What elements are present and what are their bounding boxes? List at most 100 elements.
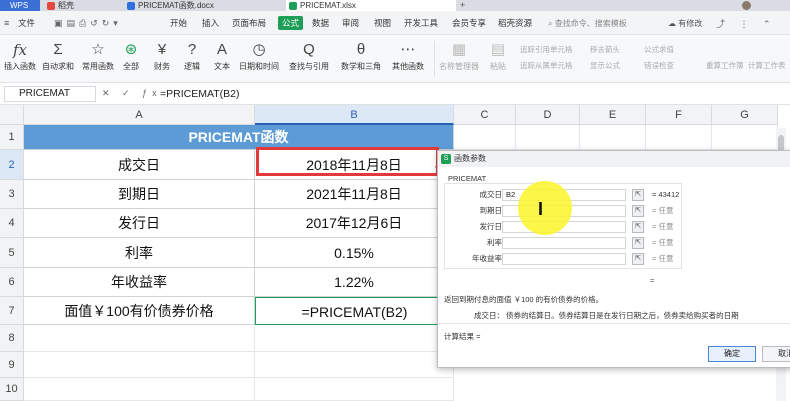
row-header-8[interactable]: 8 xyxy=(0,325,24,352)
cell-a10[interactable] xyxy=(24,378,255,401)
row-header-5[interactable]: 5 xyxy=(0,238,24,268)
cell-a7[interactable]: 面值￥100有价债券价格 xyxy=(24,297,255,325)
column-header-e[interactable]: E xyxy=(580,105,646,125)
clock-icon: ◷ xyxy=(252,41,266,58)
cursor-highlight xyxy=(518,181,572,235)
avatar[interactable] xyxy=(742,1,751,10)
error-checking[interactable]: 错误检查 xyxy=(644,60,674,71)
menu-formulas[interactable]: 公式 xyxy=(278,16,304,30)
cell-b9[interactable] xyxy=(255,352,454,378)
ok-button[interactable]: 确定 xyxy=(708,346,756,362)
logical-button[interactable]: ? 逻辑 xyxy=(176,39,208,79)
insert-function-button[interactable]: fx 插入函数 xyxy=(0,39,40,79)
cell-b5[interactable]: 0.15% xyxy=(255,238,454,268)
all-functions-button[interactable]: ⊛ 全部 xyxy=(114,39,148,79)
cell-a3[interactable]: 到期日 xyxy=(24,180,255,209)
row-header-4[interactable]: 4 xyxy=(0,209,24,238)
cell-e1[interactable] xyxy=(580,125,646,150)
tab-daoke[interactable]: 稻壳 xyxy=(44,0,114,11)
row-header-6[interactable]: 6 xyxy=(0,268,24,297)
menu-view[interactable]: 视图 xyxy=(370,16,395,30)
quick-access-icons[interactable]: ▣▤⎙↺↻▾ xyxy=(54,18,122,29)
column-header-b[interactable]: B xyxy=(255,105,454,125)
math-trig-button[interactable]: θ 数学和三角 xyxy=(336,39,386,79)
menu-file[interactable]: 文件 xyxy=(14,16,39,30)
text-button[interactable]: A 文本 xyxy=(206,39,238,79)
hamburger-icon[interactable]: ≡ xyxy=(4,18,9,28)
autosum-button[interactable]: Σ 自动求和 xyxy=(38,39,78,79)
tab-xlsx[interactable]: PRICEMAT.xlsx xyxy=(286,0,456,11)
cell-c1[interactable] xyxy=(454,125,516,150)
trace-precedents[interactable]: 追踪引用单元格 xyxy=(520,44,573,55)
row-header-7[interactable]: 7 xyxy=(0,297,24,325)
collapse-dialog-icon[interactable]: ⇱ xyxy=(632,237,644,249)
rate-input[interactable] xyxy=(502,237,626,249)
cell-b8[interactable] xyxy=(255,325,454,352)
cloud-icon: ☁ xyxy=(668,19,679,28)
cell-g1[interactable] xyxy=(712,125,778,150)
calc-sheet[interactable]: 计算工作表 xyxy=(748,60,786,71)
row-header-1[interactable]: 1 xyxy=(0,125,24,150)
menu-daoke-resources[interactable]: 稻壳资源 xyxy=(494,16,536,30)
collapse-dialog-icon[interactable]: ⇱ xyxy=(632,205,644,217)
menu-data[interactable]: 数据 xyxy=(308,16,333,30)
remove-arrows[interactable]: 移去箭头 xyxy=(590,44,620,55)
search-box[interactable]: ⌕ 查找命令、搜索模板 xyxy=(548,18,627,29)
new-tab-icon[interactable]: + xyxy=(460,0,465,11)
menu-home[interactable]: 开始 xyxy=(166,16,191,30)
trace-dependents[interactable]: 追踪从属单元格 xyxy=(520,60,573,71)
wps-app-tab[interactable]: WPS xyxy=(0,0,40,11)
window-controls[interactable]: ⤴ ⋮ ⌃ xyxy=(716,17,777,30)
column-header-g[interactable]: G xyxy=(712,105,778,125)
collapse-dialog-icon[interactable]: ⇱ xyxy=(632,189,644,201)
menu-insert[interactable]: 插入 xyxy=(198,16,223,30)
menu-member[interactable]: 会员专享 xyxy=(448,16,490,30)
cell-b7-active[interactable]: =PRICEMAT(B2) xyxy=(255,297,454,325)
row-header-2[interactable]: 2 xyxy=(0,150,24,180)
recalc-workbook[interactable]: 重算工作簿 xyxy=(706,60,744,71)
tab-label: PRICEMAT函数.docx xyxy=(138,1,214,10)
arg-result: = 任意 xyxy=(652,254,674,263)
name-box[interactable]: PRICEMAT xyxy=(4,86,96,102)
edit-status[interactable]: ☁ 有修改 xyxy=(668,18,702,29)
cell-a6[interactable]: 年收益率 xyxy=(24,268,255,297)
select-all-corner[interactable] xyxy=(0,105,24,125)
cell-a8[interactable] xyxy=(24,325,255,352)
formula-input[interactable]: =PRICEMAT(B2) xyxy=(160,86,239,102)
yld-input[interactable] xyxy=(502,253,626,265)
cell-a5[interactable]: 利率 xyxy=(24,238,255,268)
menu-developer[interactable]: 开发工具 xyxy=(400,16,442,30)
row-header-3[interactable]: 3 xyxy=(0,180,24,209)
tab-docx[interactable]: PRICEMAT函数.docx xyxy=(124,0,284,11)
row-header-9[interactable]: 9 xyxy=(0,352,24,378)
title-bar: WPS 稻壳 PRICEMAT函数.docx PRICEMAT.xlsx + xyxy=(0,0,790,11)
row-header-10[interactable]: 10 xyxy=(0,378,24,401)
cell-a9[interactable] xyxy=(24,352,255,378)
show-formulas[interactable]: 显示公式 xyxy=(590,60,620,71)
menu-page-layout[interactable]: 页面布局 xyxy=(228,16,270,30)
column-header-c[interactable]: C xyxy=(454,105,516,125)
cell-a4[interactable]: 发行日 xyxy=(24,209,255,238)
cell-b6[interactable]: 1.22% xyxy=(255,268,454,297)
formula-bar-icons[interactable]: ✕ ✓ ƒx xyxy=(102,88,162,99)
other-functions-button[interactable]: ⋯ 其他函数 xyxy=(386,39,430,79)
name-manager-button[interactable]: ▦ 名称管理器 xyxy=(436,39,482,79)
common-functions-button[interactable]: ☆ 常用函数 xyxy=(78,39,118,79)
cell-f1[interactable] xyxy=(646,125,712,150)
cell-b10[interactable] xyxy=(255,378,454,401)
collapse-dialog-icon[interactable]: ⇱ xyxy=(632,221,644,233)
collapse-dialog-icon[interactable]: ⇱ xyxy=(632,253,644,265)
cell-d1[interactable] xyxy=(516,125,580,150)
dialog-title-bar[interactable]: S 函数参数 xyxy=(438,151,790,167)
column-header-d[interactable]: D xyxy=(516,105,580,125)
column-header-f[interactable]: F xyxy=(646,105,712,125)
cancel-button[interactable]: 取消 xyxy=(762,346,790,362)
column-header-a[interactable]: A xyxy=(24,105,255,125)
paste-button[interactable]: ▤ 粘贴 xyxy=(482,39,514,79)
lookup-reference-button[interactable]: Q 查找与引用 xyxy=(284,39,334,79)
evaluate-formula[interactable]: 公式求值 xyxy=(644,44,674,55)
date-time-button[interactable]: ◷ 日期和时间 xyxy=(236,39,282,79)
financial-button[interactable]: ¥ 财务 xyxy=(146,39,178,79)
menu-review[interactable]: 审阅 xyxy=(338,16,363,30)
cell-a2[interactable]: 成交日 xyxy=(24,150,255,180)
